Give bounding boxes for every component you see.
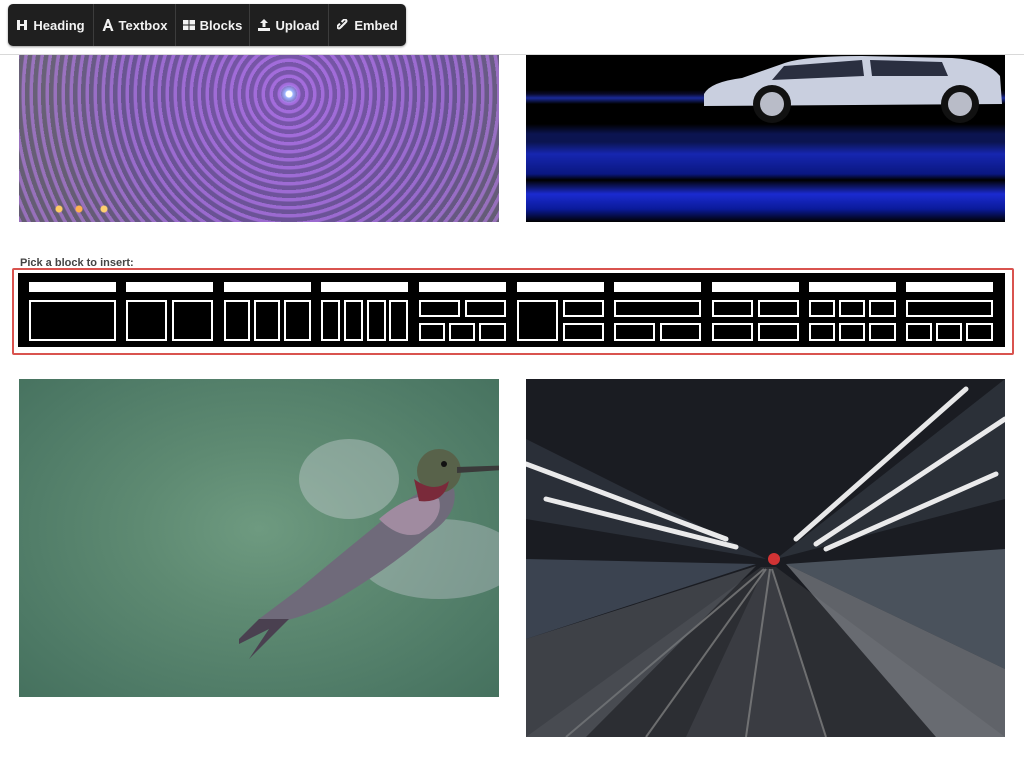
block-option-two-over-three[interactable] (419, 281, 506, 341)
block-option-two-over-two[interactable] (712, 281, 799, 341)
upload-icon (258, 18, 271, 32)
upload-button-label: Upload (275, 17, 320, 33)
block-option-one-column[interactable] (29, 281, 116, 341)
upload-button[interactable]: Upload (250, 4, 329, 46)
train-station-scene (526, 379, 1005, 737)
train-station-photo[interactable] (526, 379, 1005, 737)
block-option-three-columns[interactable] (224, 281, 311, 341)
ferris-wheel-photo[interactable] (19, 54, 499, 222)
embed-button[interactable]: Embed (329, 4, 406, 46)
block-option-one-over-two[interactable] (614, 281, 701, 341)
hummingbird-shape (239, 439, 499, 659)
grid-icon (182, 18, 195, 32)
top-bar: Heading Textbox Blocks Upload Embed (0, 0, 1024, 55)
car-shape (704, 56, 1002, 123)
textbox-button[interactable]: Textbox (94, 4, 176, 46)
block-picker (18, 273, 1005, 347)
blocks-button-label: Blocks (199, 17, 243, 33)
block-option-one-left-two-right[interactable] (517, 281, 604, 341)
block-option-two-columns[interactable] (126, 281, 213, 341)
car-photo[interactable] (526, 54, 1005, 222)
link-icon (337, 18, 349, 32)
block-option-three-over-three[interactable] (809, 281, 896, 341)
textbox-button-label: Textbox (118, 17, 168, 33)
block-option-four-columns[interactable] (321, 281, 408, 341)
font-icon (102, 18, 114, 32)
blocks-button[interactable]: Blocks (176, 4, 250, 46)
photo-lights (49, 204, 119, 214)
block-option-one-over-three[interactable] (906, 281, 993, 341)
heading-button-label: Heading (33, 17, 85, 33)
editor-toolbar: Heading Textbox Blocks Upload Embed (8, 4, 406, 46)
heading-button[interactable]: Heading (8, 4, 94, 46)
heading-icon (16, 18, 28, 32)
embed-button-label: Embed (354, 17, 398, 33)
hummingbird-photo[interactable] (19, 379, 499, 697)
